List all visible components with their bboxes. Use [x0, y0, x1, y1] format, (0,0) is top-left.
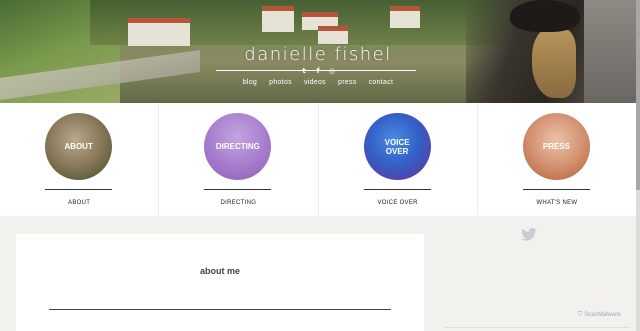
circle-label: PRESS	[542, 142, 570, 151]
hero-banner: danielle fishel t f ◎ blog photos videos…	[0, 0, 636, 103]
feature-divider	[363, 189, 431, 190]
sidebar-divider	[444, 327, 630, 328]
circle-label: DIRECTING	[215, 142, 260, 151]
site-title[interactable]: danielle fishel	[0, 44, 636, 65]
badge-label: ScanMalware	[584, 312, 621, 318]
feature-caption[interactable]: DIRECTING	[159, 200, 317, 206]
shield-icon: ⛉	[578, 312, 583, 318]
about-divider	[49, 309, 391, 310]
feature-divider	[45, 189, 113, 190]
feature-about: ABOUT ABOUT	[0, 103, 160, 216]
hero-hat	[510, 0, 580, 32]
hero-house	[128, 18, 190, 46]
feature-directing: DIRECTING DIRECTING	[159, 103, 319, 216]
feature-caption[interactable]: ABOUT	[0, 200, 158, 206]
feature-press: PRESS WHAT'S NEW	[478, 103, 636, 216]
nav-blog[interactable]: blog	[243, 79, 257, 86]
feature-caption[interactable]: WHAT'S NEW	[478, 200, 636, 206]
feature-voice-over: VOICE OVER VOICE OVER	[319, 103, 478, 216]
nav-photos[interactable]: photos	[269, 79, 292, 86]
scrollbar-thumb[interactable]	[636, 0, 640, 190]
main-nav: blog photos videos press contact	[0, 79, 636, 86]
circle-label: VOICE OVER	[384, 137, 410, 156]
circle-label: ABOUT	[64, 142, 93, 151]
instagram-icon[interactable]: ◎	[328, 67, 336, 75]
hero-house	[318, 26, 348, 44]
scanmalware-badge[interactable]: ⛉ ScanMalware	[578, 312, 621, 319]
feature-caption[interactable]: VOICE OVER	[319, 200, 477, 206]
facebook-icon[interactable]: f	[314, 67, 322, 75]
nav-videos[interactable]: videos	[304, 79, 326, 86]
social-links: t f ◎	[0, 67, 636, 75]
about-card: about me	[16, 234, 424, 331]
directing-circle-button[interactable]: DIRECTING	[204, 113, 272, 180]
about-heading: about me	[199, 266, 240, 276]
nav-contact[interactable]: contact	[369, 79, 394, 86]
feature-divider	[204, 189, 272, 190]
twitter-icon[interactable]	[521, 228, 537, 241]
feature-divider	[522, 189, 590, 190]
page-scrollbar[interactable]	[636, 0, 640, 331]
feature-row: ABOUT ABOUT DIRECTING DIRECTING VOICE OV…	[0, 103, 636, 216]
twitter-icon[interactable]: t	[300, 67, 308, 75]
nav-press[interactable]: press	[338, 79, 357, 86]
voice-over-circle-button[interactable]: VOICE OVER	[363, 113, 431, 180]
about-circle-button[interactable]: ABOUT	[45, 113, 113, 180]
press-circle-button[interactable]: PRESS	[522, 113, 590, 180]
hero-house	[390, 6, 420, 28]
hero-house	[262, 6, 294, 32]
